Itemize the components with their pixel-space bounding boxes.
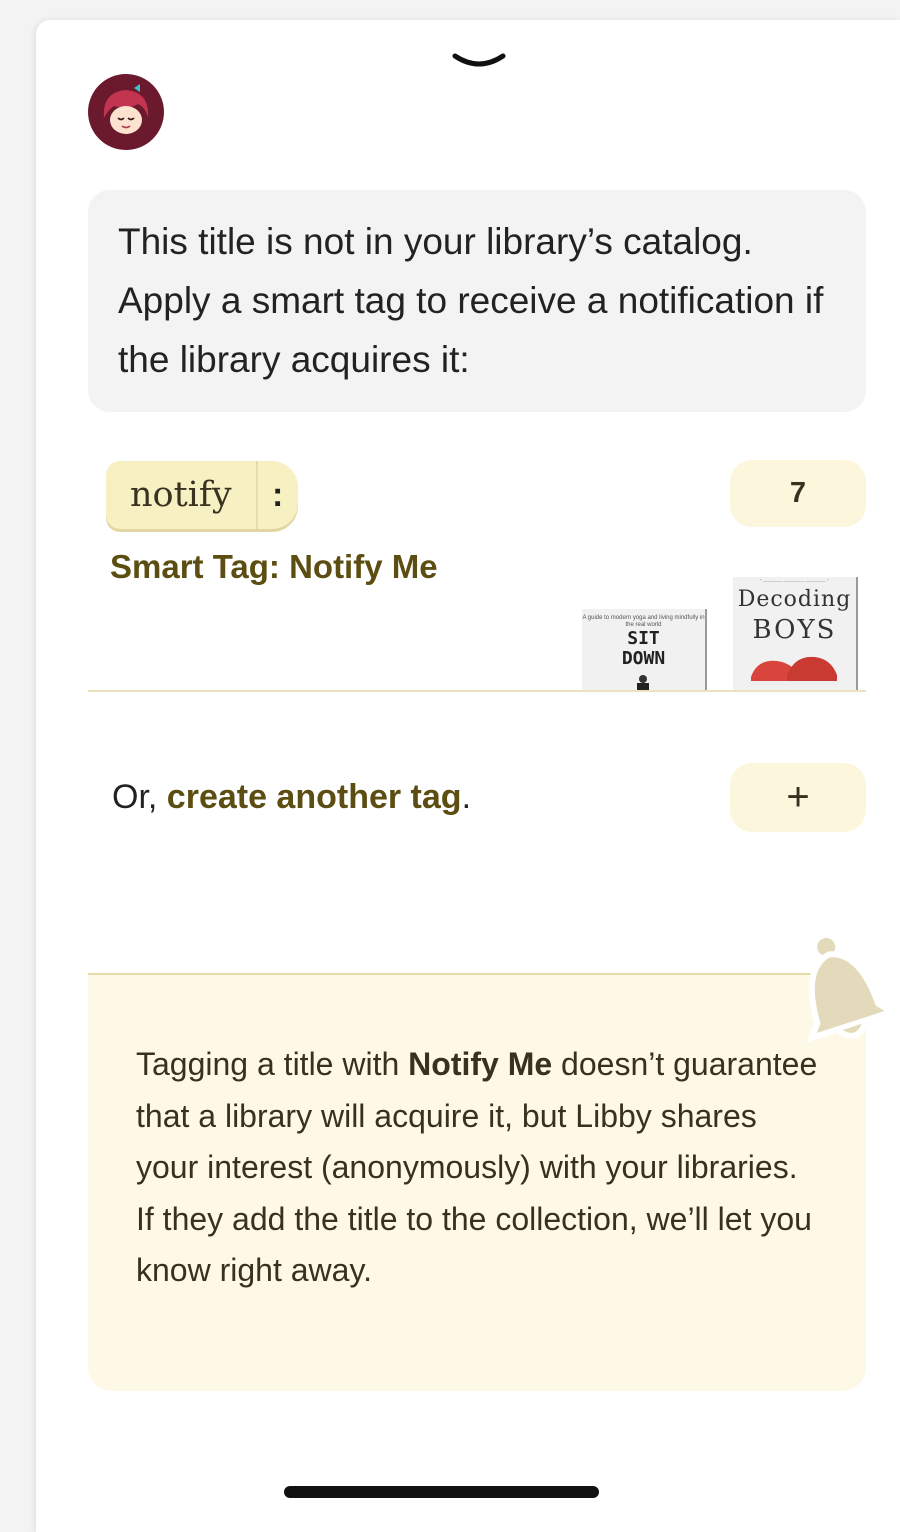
tag-menu-button[interactable]: : [255,461,298,529]
book-title-line: SIT [627,628,660,649]
tag-name-label: notify [130,475,232,515]
create-prefix: Or, [112,778,167,816]
home-indicator[interactable] [284,1486,599,1498]
notify-tag-chip[interactable]: notify : [106,461,298,529]
tag-count-badge[interactable]: 7 [730,460,866,527]
libby-avatar-icon [88,74,164,150]
book-cover-sit-down[interactable]: A guide to modern yoga and living mindfu… [582,609,705,690]
note-text-part2: doesn’t guarantee that a library will ac… [136,1046,818,1288]
book-title-line: DOWN [621,648,666,669]
section-divider [88,690,866,692]
bell-icon [806,937,888,1043]
tag-sheet: This title is not in your library’s cata… [36,20,900,1532]
sneaker-icon [749,656,839,685]
book-title-line: BOYS [752,615,837,645]
create-tag-row: Or, create another tag. [112,778,471,817]
create-another-tag-link[interactable]: create another tag [167,778,462,816]
book-tagline: A guide to modern yoga and living mindfu… [582,615,705,628]
book-title-line: Decoding [737,587,852,612]
book-cover-decoding-boys[interactable]: " ———— ———— ———— " Decoding BOYS [733,577,856,690]
create-suffix: . [461,778,472,816]
not-in-catalog-message: This title is not in your library’s cata… [88,190,866,412]
notify-me-explanation: Tagging a title with Notify Me doesn’t g… [88,973,866,1391]
chevron-down-icon[interactable] [451,50,507,74]
note-text-part1: Tagging a title with [136,1046,409,1082]
note-bold-notify-me: Notify Me [408,1046,553,1082]
add-tag-button[interactable]: + [730,763,866,832]
author-photo-icon [637,675,649,690]
smart-tag-title[interactable]: Smart Tag: Notify Me [110,548,438,586]
